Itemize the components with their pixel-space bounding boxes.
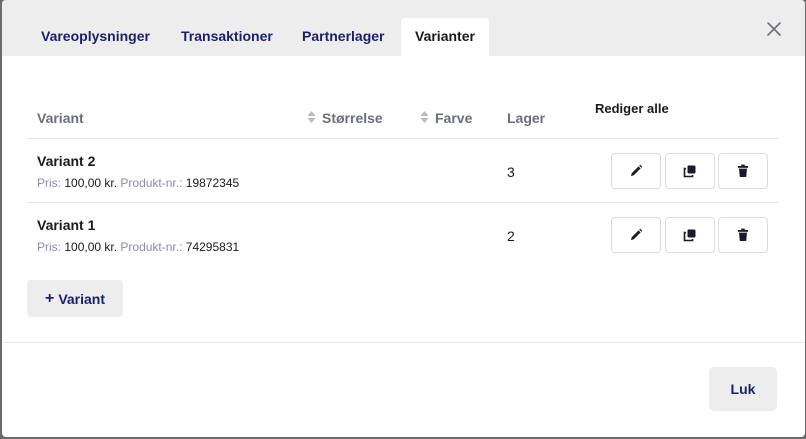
- plus-icon: +: [44, 289, 55, 307]
- pencil-icon: [631, 228, 643, 240]
- duplicate-button[interactable]: [665, 153, 715, 189]
- tab-bar: Vareoplysninger Transaktioner Partnerlag…: [2, 0, 805, 56]
- column-header-color-label: Farve: [435, 110, 473, 126]
- table-row: Variant 1 Pris: 100,00 kr. Produkt-nr.: …: [27, 203, 778, 267]
- variant-name: Variant 2: [37, 153, 96, 169]
- add-variant-button[interactable]: + Variant: [27, 280, 123, 317]
- tab-vareoplysninger[interactable]: Vareoplysninger: [27, 18, 164, 56]
- price-label: Pris:: [37, 176, 61, 190]
- column-header-color[interactable]: Farve: [420, 110, 472, 126]
- tab-partnerlager[interactable]: Partnerlager: [288, 18, 398, 56]
- product-no-value: 19872345: [185, 176, 240, 190]
- variant-name: Variant 1: [37, 217, 96, 233]
- table-row: Variant 2 Pris: 100,00 kr. Produkt-nr.: …: [27, 139, 778, 203]
- sort-icon: [307, 111, 316, 123]
- edit-button[interactable]: [611, 153, 661, 189]
- column-header-stock: Lager: [507, 110, 546, 126]
- add-variant-label: Variant: [58, 290, 106, 307]
- price-value: 100,00 kr.: [64, 176, 118, 190]
- close-button[interactable]: [765, 20, 783, 38]
- price-label: Pris:: [37, 240, 61, 254]
- delete-button[interactable]: [718, 153, 768, 189]
- tab-varianter[interactable]: Varianter: [401, 18, 489, 56]
- delete-button[interactable]: [718, 217, 768, 253]
- product-no-value: 74295831: [185, 240, 240, 254]
- trash-icon: [738, 228, 748, 241]
- column-header-size-label: Størrelse: [322, 110, 383, 126]
- variant-meta: Pris: 100,00 kr. Produkt-nr.: 74295831: [37, 240, 239, 254]
- tab-transaktioner[interactable]: Transaktioner: [167, 18, 287, 56]
- product-no-label: Produkt-nr.:: [120, 176, 183, 190]
- product-no-label: Produkt-nr.:: [120, 240, 183, 254]
- stock-value: 3: [507, 164, 515, 180]
- price-value: 100,00 kr.: [64, 240, 118, 254]
- close-dialog-button[interactable]: Luk: [709, 367, 777, 411]
- sort-icon: [420, 111, 429, 123]
- variant-meta: Pris: 100,00 kr. Produkt-nr.: 19872345: [37, 176, 239, 190]
- variants-dialog: Vareoplysninger Transaktioner Partnerlag…: [2, 0, 805, 437]
- duplicate-button[interactable]: [665, 217, 715, 253]
- column-header-size[interactable]: Størrelse: [307, 110, 383, 126]
- trash-icon: [738, 164, 748, 177]
- column-header-variant: Variant: [37, 110, 84, 126]
- close-icon: [767, 22, 781, 36]
- edit-all-link[interactable]: Rediger alle: [595, 101, 669, 116]
- copy-icon: [683, 165, 696, 178]
- footer-divider: [2, 342, 805, 343]
- stock-value: 2: [507, 228, 515, 244]
- edit-button[interactable]: [611, 217, 661, 253]
- copy-icon: [683, 229, 696, 242]
- pencil-icon: [631, 164, 643, 176]
